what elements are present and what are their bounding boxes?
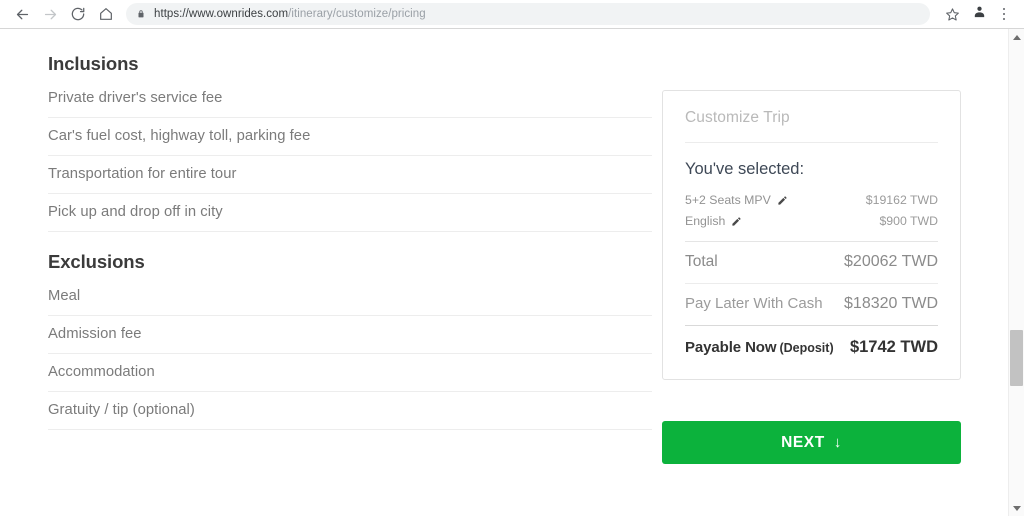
scroll-down-arrow-icon[interactable]	[1009, 500, 1024, 516]
customize-trip-card: Customize Trip You've selected: 5+2 Seat…	[662, 90, 961, 380]
bookmark-button[interactable]	[938, 0, 966, 28]
pay-later-value: $18320 TWD	[844, 295, 938, 312]
exclusions-list: Meal Admission fee Accommodation Gratuit…	[48, 280, 652, 430]
three-dot-menu-icon	[1002, 12, 1006, 16]
browser-actions	[938, 0, 1016, 28]
browser-menu-button[interactable]	[992, 1, 1016, 27]
url-path: /itinerary/customize/pricing	[288, 8, 426, 20]
profile-button[interactable]	[966, 1, 992, 27]
scrollbar-thumb[interactable]	[1010, 330, 1023, 386]
total-value: $20062 TWD	[844, 253, 938, 270]
profile-avatar-icon	[972, 4, 987, 24]
home-button[interactable]	[92, 0, 120, 28]
pencil-icon[interactable]	[777, 195, 788, 206]
total-row: Total $20062 TWD	[685, 242, 938, 284]
scroll-up-arrow-icon[interactable]	[1009, 29, 1024, 45]
selected-heading: You've selected:	[685, 160, 805, 178]
browser-toolbar: https://www.ownrides.com/itinerary/custo…	[0, 0, 1024, 29]
back-button[interactable]	[8, 0, 36, 28]
selection-row-language: English $900 TWD	[685, 211, 938, 232]
list-item: Gratuity / tip (optional)	[48, 392, 652, 430]
selection-price: $900 TWD	[879, 214, 938, 228]
reload-button[interactable]	[64, 0, 92, 28]
next-button[interactable]: NEXT ↓	[662, 421, 961, 464]
forward-button[interactable]	[36, 0, 64, 28]
list-item: Car's fuel cost, highway toll, parking f…	[48, 118, 652, 156]
pencil-icon[interactable]	[731, 216, 742, 227]
list-item: Transportation for entire tour	[48, 156, 652, 194]
address-bar[interactable]: https://www.ownrides.com/itinerary/custo…	[126, 3, 930, 25]
list-item: Accommodation	[48, 354, 652, 392]
payable-now-row: Payable Now (Deposit) $1742 TWD	[685, 326, 938, 357]
vertical-scrollbar[interactable]	[1008, 29, 1024, 516]
card-title: Customize Trip	[685, 109, 938, 143]
page-content: Inclusions Private driver's service fee …	[0, 29, 1008, 516]
fees-column: Inclusions Private driver's service fee …	[48, 29, 652, 430]
lock-icon	[136, 8, 146, 20]
triangle-up	[1012, 34, 1021, 40]
selection-label-group: English	[685, 214, 742, 228]
list-item: Meal	[48, 280, 652, 316]
forward-arrow-icon	[42, 6, 59, 23]
pay-later-label: Pay Later With Cash	[685, 295, 823, 312]
total-label: Total	[685, 253, 718, 270]
inclusions-list: Private driver's service fee Car's fuel …	[48, 82, 652, 232]
selection-price: $19162 TWD	[865, 193, 938, 207]
triangle-down	[1012, 505, 1021, 511]
payable-value: $1742 TWD	[849, 338, 938, 356]
payable-label: Payable Now	[685, 339, 777, 356]
three-dot-menu-icon	[1002, 7, 1006, 11]
arrow-down-icon: ↓	[833, 434, 842, 451]
list-item: Pick up and drop off in city	[48, 194, 652, 232]
next-button-label: NEXT	[781, 433, 825, 451]
url-domain: https://www.ownrides.com	[154, 8, 289, 20]
selection-row-vehicle: 5+2 Seats MPV $19162 TWD	[685, 190, 938, 211]
three-dot-menu-icon	[1002, 17, 1006, 21]
selection-label-group: 5+2 Seats MPV	[685, 193, 788, 207]
pay-later-row: Pay Later With Cash $18320 TWD	[685, 284, 938, 326]
payable-sub-label: (Deposit)	[779, 341, 834, 355]
inclusions-title: Inclusions	[48, 53, 139, 74]
list-item: Private driver's service fee	[48, 82, 652, 118]
browser-window: https://www.ownrides.com/itinerary/custo…	[0, 0, 1024, 516]
star-icon	[945, 7, 960, 22]
url-text: https://www.ownrides.com/itinerary/custo…	[154, 8, 426, 20]
payable-label-group: Payable Now (Deposit)	[685, 339, 834, 357]
selection-label: English	[685, 214, 726, 228]
home-icon	[98, 6, 114, 22]
reload-icon	[70, 6, 86, 22]
list-item: Admission fee	[48, 316, 652, 354]
selection-label: 5+2 Seats MPV	[685, 193, 771, 207]
back-arrow-icon	[14, 6, 31, 23]
exclusions-title: Exclusions	[48, 251, 145, 272]
